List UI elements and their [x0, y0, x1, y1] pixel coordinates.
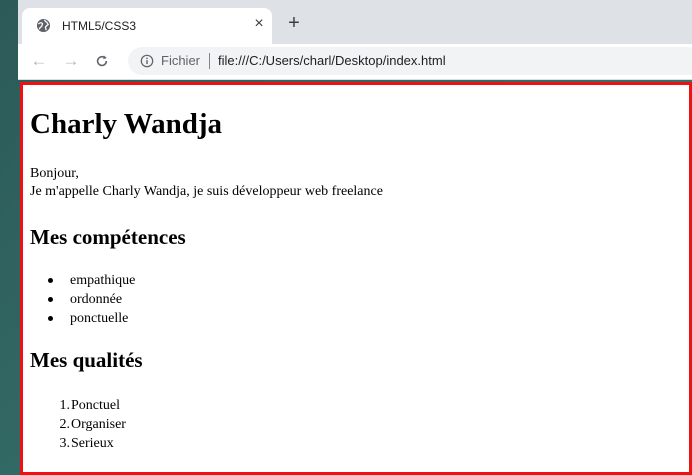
new-tab-button[interactable]: + — [284, 13, 304, 33]
list-number: 1. — [59, 398, 71, 413]
page-title: Charly Wandja — [30, 108, 223, 140]
quality-label: Organiser — [71, 417, 126, 432]
bullet-icon — [48, 316, 53, 321]
scheme-label: Fichier — [161, 53, 201, 68]
quality-label: Serieux — [71, 436, 114, 451]
list-number: 3. — [59, 436, 71, 451]
bullet-icon — [48, 297, 53, 302]
desktop-background: { "browser": { "tab": { "title": "HTML5/… — [0, 0, 692, 475]
bullet-icon — [48, 278, 53, 283]
list-number: 2. — [59, 417, 71, 432]
skill-label: ponctuelle — [70, 311, 129, 326]
reload-icon — [96, 55, 108, 67]
address-bar[interactable]: Fichier file:///C:/Users/charl/Desktop/i… — [128, 47, 692, 75]
page-viewport: Charly Wandja Bonjour, Je m'appelle Char… — [20, 82, 692, 475]
skill-label: ordonnée — [70, 292, 123, 307]
intro-paragraph: Bonjour, Je m'appelle Charly Wandja, je … — [30, 165, 383, 201]
skills-heading: Mes compétences — [30, 225, 186, 249]
quality-label: Ponctuel — [71, 398, 120, 413]
browser-window: HTML5/CSS3 × + ← → Fichier file:///C:/Us… — [18, 0, 692, 475]
reload-button[interactable] — [91, 50, 113, 72]
browser-toolbar: ← → Fichier file:///C:/Users/charl/Deskt… — [18, 44, 692, 80]
qualities-heading: Mes qualités — [30, 348, 143, 372]
tab-active[interactable]: HTML5/CSS3 × — [22, 8, 272, 44]
info-icon[interactable] — [140, 54, 154, 68]
address-separator — [209, 53, 210, 69]
forward-button[interactable]: → — [60, 50, 82, 72]
tab-title: HTML5/CSS3 — [62, 19, 137, 33]
close-icon[interactable]: × — [250, 15, 268, 33]
skill-label: empathique — [70, 273, 136, 288]
url-text[interactable]: file:///C:/Users/charl/Desktop/index.htm… — [218, 53, 446, 69]
intro-line-description: Je m'appelle Charly Wandja, je suis déve… — [30, 184, 383, 199]
tab-strip: HTML5/CSS3 × + — [18, 0, 692, 44]
globe-icon — [36, 18, 51, 33]
intro-line-greeting: Bonjour, — [30, 166, 79, 181]
back-button[interactable]: ← — [28, 50, 50, 72]
